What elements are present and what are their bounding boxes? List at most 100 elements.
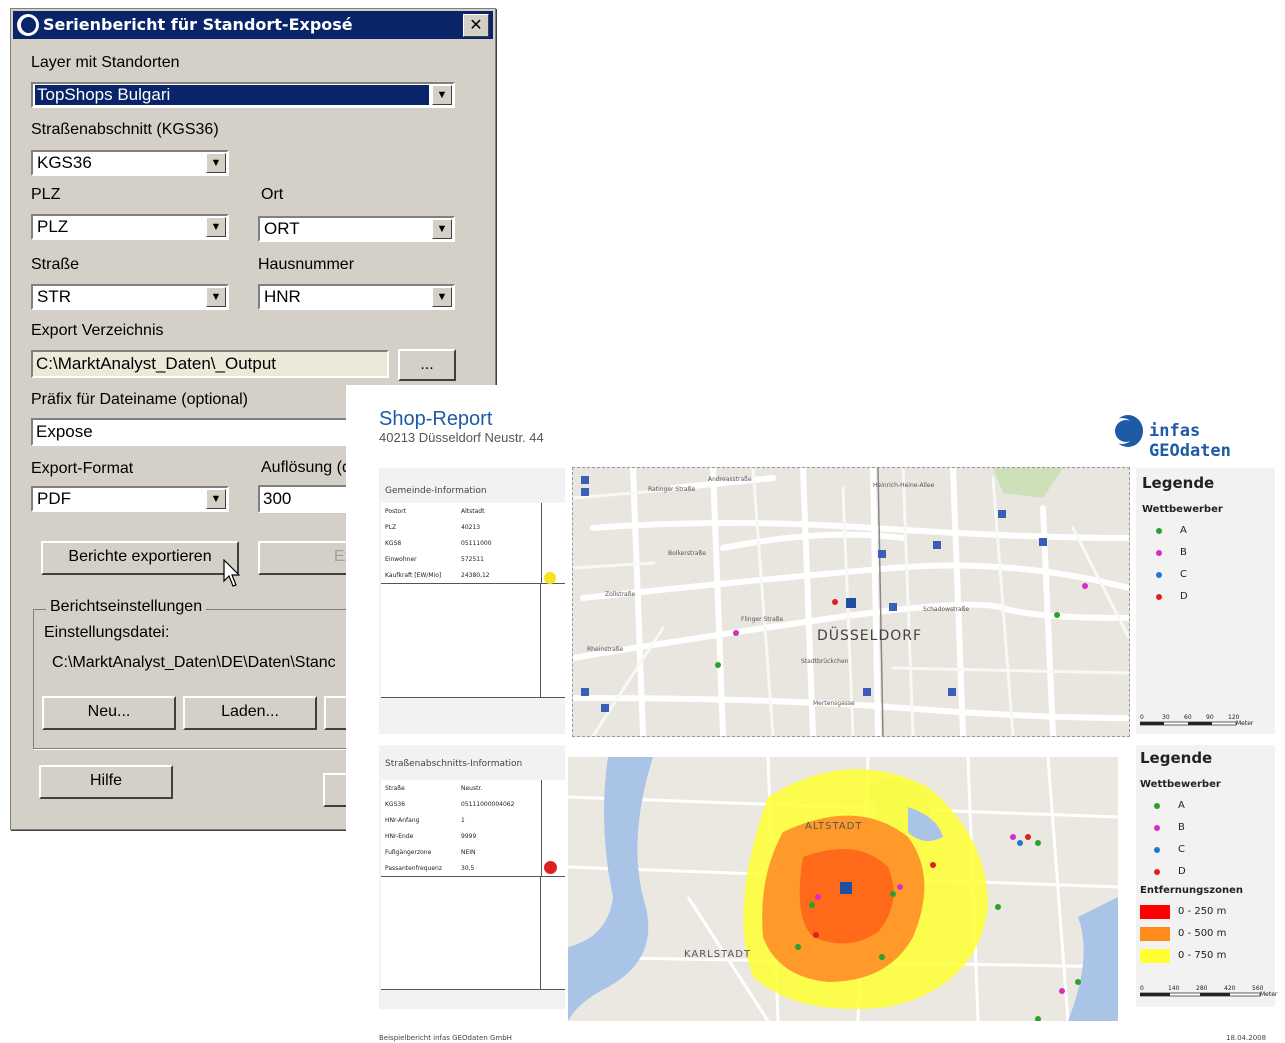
table-row: Postort Altstadt: [381, 503, 565, 520]
table-row: HNr-Ende 9999: [381, 828, 565, 845]
legend-subtitle: Wettbewerber: [1142, 504, 1223, 515]
row-key: PLZ: [385, 524, 397, 531]
distance-zone-map-graphic: [568, 757, 1118, 1021]
legend-item-label: A: [1178, 800, 1185, 811]
row-value: NEIN: [461, 849, 476, 856]
street-label: Heinrich-Heine-Allee: [873, 482, 935, 489]
legend-subtitle: Wettbewerber: [1140, 779, 1221, 790]
chevron-down-icon[interactable]: ▼: [432, 287, 452, 307]
row-key: Einwohner: [385, 556, 417, 563]
chevron-down-icon[interactable]: ▼: [432, 219, 452, 239]
street-label: Andreasstraße: [708, 476, 752, 483]
table-row: Einwohner 572511: [381, 551, 565, 568]
footer-left: Beispielbericht infas GEOdaten GmbH: [379, 1034, 512, 1042]
row-value: 1: [461, 817, 465, 824]
new-settings-button[interactable]: Neu...: [42, 696, 176, 730]
chevron-down-icon[interactable]: ▼: [432, 85, 452, 105]
export-format-select[interactable]: PDF ▼: [31, 486, 229, 512]
scale-tick-label: 60: [1184, 714, 1192, 721]
legend-item-label: D: [1180, 591, 1188, 602]
app-icon: [17, 14, 39, 36]
company-logo: infas GEOdaten: [1109, 415, 1281, 461]
row-value: 05111000004062: [461, 801, 515, 808]
street-label: Mertensgasse: [813, 700, 855, 707]
legend-item-label: D: [1178, 866, 1186, 877]
prefix-label: Präfix für Dateiname (optional): [31, 391, 248, 408]
row-value: 40213: [461, 524, 481, 531]
close-button[interactable]: ✕: [463, 14, 489, 37]
report-subtitle: 40213 Düsseldorf Neustr. 44: [379, 430, 544, 445]
mouse-cursor-icon: [223, 559, 241, 587]
load-settings-button[interactable]: Laden...: [183, 696, 317, 730]
logo-text: infas GEOdaten: [1149, 421, 1231, 461]
scale-tick-label: 0: [1140, 714, 1144, 721]
row-divider: [541, 519, 542, 535]
legend-title: Legende: [1142, 474, 1215, 492]
street-label: Zollstraße: [605, 591, 636, 598]
distance-zone-map[interactable]: ALTSTADT KARLSTADT: [568, 757, 1118, 1021]
zone-swatch: [1140, 949, 1170, 963]
row-key: Kaufkraft [EW/Mio]: [385, 572, 442, 579]
scale-tick-label: 420: [1224, 985, 1236, 992]
chevron-down-icon[interactable]: ▼: [206, 287, 226, 307]
row-divider: [541, 796, 542, 812]
street-map-graphic: [573, 468, 1129, 736]
street-map-overview[interactable]: DÜSSELDORF Ratinger Straße Andreasstraße…: [572, 467, 1130, 737]
help-button[interactable]: Hilfe: [39, 765, 173, 799]
legend-panel-top: Legende Wettbewerber ABCD 0 30 60 90 120 Mete…: [1136, 468, 1275, 734]
settings-file-label: Einstellungsdatei:: [44, 624, 170, 641]
legend-item-label: B: [1180, 547, 1187, 558]
export-format-label: Export-Format: [31, 460, 134, 477]
zone-label: 0 - 500 m: [1178, 928, 1227, 939]
ort-label: Ort: [261, 186, 284, 203]
layer-select[interactable]: TopShops Bulgari ▼: [31, 82, 455, 108]
zone-swatch: [1140, 927, 1170, 941]
legend-marker: [1154, 825, 1160, 831]
street-label: Stadtbrückchen: [801, 658, 849, 665]
scale-unit: Meter: [1236, 720, 1254, 727]
table-row: Kaufkraft [EW/Mio] 24380,12: [381, 567, 565, 584]
legend-item-label: C: [1180, 569, 1187, 580]
row-divider: [541, 780, 542, 796]
chevron-down-icon[interactable]: ▼: [206, 489, 226, 509]
export-dir-field[interactable]: C:\MarktAnalyst_Daten\_Output: [31, 350, 389, 378]
legend-marker: [1156, 550, 1162, 556]
row-value: 9999: [461, 833, 477, 840]
row-divider: [541, 535, 542, 551]
row-value: 05111000: [461, 540, 492, 547]
legend-item-label: B: [1178, 822, 1185, 833]
row-divider: [541, 551, 542, 567]
export-dir-label: Export Verzeichnis: [31, 322, 164, 339]
row-key: HNr-Anfang: [385, 817, 420, 824]
legend-item-label: C: [1178, 844, 1185, 855]
street-label: Rheinstraße: [587, 646, 624, 653]
street-label: Flinger Straße: [741, 616, 784, 623]
street-section-select[interactable]: KGS36 ▼: [31, 150, 229, 176]
layer-value: TopShops Bulgari: [35, 85, 429, 105]
chevron-down-icon[interactable]: ▼: [206, 153, 226, 173]
chevron-down-icon[interactable]: ▼: [206, 217, 226, 237]
legend-item-label: A: [1180, 525, 1187, 536]
browse-button[interactable]: ...: [398, 349, 456, 381]
strasse-select[interactable]: STR ▼: [31, 284, 229, 310]
row-key: HNr-Ende: [385, 833, 414, 840]
row-divider: [541, 860, 542, 876]
row-key: Fußgängerzone: [385, 849, 432, 856]
ort-select[interactable]: ORT ▼: [258, 216, 455, 242]
export-reports-button[interactable]: Berichte exportieren: [41, 541, 239, 575]
zone-label: 0 - 250 m: [1178, 906, 1227, 917]
row-value: 572511: [461, 556, 484, 563]
municipality-info-panel: Gemeinde-Information Postort Altstadt PLZ 4…: [379, 468, 565, 734]
legend-marker: [1156, 594, 1162, 600]
scale-tick-label: 30: [1162, 714, 1170, 721]
row-key: Postort: [385, 508, 407, 515]
plz-select[interactable]: PLZ ▼: [31, 214, 229, 240]
street-info-title: Straßenabschnitts-Information: [385, 759, 523, 769]
row-key: KGS36: [385, 801, 406, 808]
scale-tick-label: 140: [1168, 985, 1180, 992]
row-divider: [541, 567, 542, 583]
title-bar[interactable]: Serienbericht für Standort-Exposé ✕: [13, 11, 493, 39]
table-row: Passantenfrequenz 30,5: [381, 860, 565, 877]
scale-tick-label: 90: [1206, 714, 1214, 721]
hausnummer-select[interactable]: HNR ▼: [258, 284, 455, 310]
